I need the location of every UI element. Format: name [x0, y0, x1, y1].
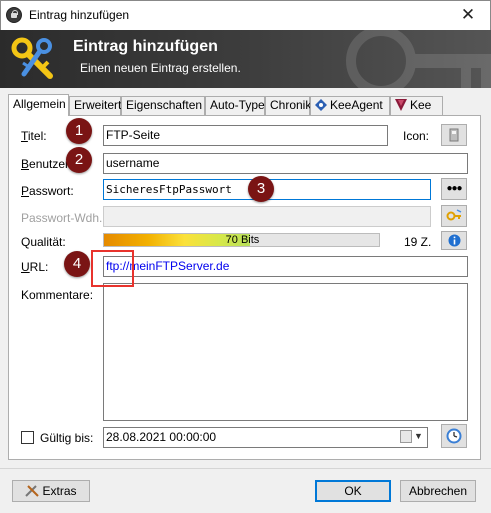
notes-textarea[interactable]	[103, 283, 468, 421]
cancel-button[interactable]: Abbrechen	[400, 480, 476, 502]
tab-history[interactable]: Chronik	[265, 96, 311, 115]
window-title: Eintrag hinzufügen	[29, 8, 130, 22]
username-field[interactable]: username	[103, 153, 468, 174]
entry-icon	[449, 128, 459, 142]
extras-button-label: Extras	[42, 484, 77, 498]
quality-bar: 70 Bits	[103, 233, 380, 247]
expiry-label: Gültig bis:	[40, 431, 94, 445]
quality-bits-text: 70 Bits	[225, 234, 260, 246]
extras-button[interactable]: Extras	[12, 480, 90, 502]
annotation-badge-4: 4	[64, 251, 90, 277]
ok-button[interactable]: OK	[315, 480, 391, 502]
password-label: Passwort:	[21, 184, 74, 198]
tab-kee[interactable]: Kee	[390, 96, 443, 115]
tab-advanced[interactable]: Erweitert	[69, 96, 121, 115]
close-icon[interactable]: ✕	[455, 4, 481, 26]
tab-properties[interactable]: Eigenschaften	[121, 96, 205, 115]
quality-label: Qualität:	[21, 235, 66, 249]
banner-key-watermark-icon	[346, 30, 491, 88]
url-field[interactable]: ftp://meinFTPServer.de	[103, 256, 468, 277]
key-generator-icon	[446, 209, 462, 221]
keeagent-icon	[315, 99, 327, 111]
show-password-button[interactable]: ●●●	[441, 178, 467, 200]
info-icon	[448, 234, 460, 247]
title-label: Titel:	[21, 129, 47, 143]
annotation-badge-1: 1	[66, 118, 92, 144]
clock-icon	[446, 428, 462, 444]
icon-picker-button[interactable]	[441, 124, 467, 146]
annotation-badge-2: 2	[66, 147, 92, 173]
notes-label: Kommentare:	[21, 288, 94, 302]
icon-label: Icon:	[403, 129, 430, 143]
tab-keeagent-label: KeeAgent	[330, 98, 383, 112]
banner-subtitle: Einen neuen Eintrag erstellen.	[80, 61, 241, 75]
banner-title: Eintrag hinzufügen	[73, 38, 218, 55]
lock-icon	[6, 7, 22, 23]
url-label: URL:	[21, 260, 49, 274]
chevron-down-icon[interactable]: ▼	[414, 431, 423, 441]
repeat-password-label: Passwort-Wdh.:	[21, 211, 106, 225]
password-generator-button[interactable]	[441, 205, 467, 227]
calendar-icon[interactable]	[400, 430, 412, 443]
repeat-password-field	[103, 206, 431, 227]
annotation-badge-3: 3	[248, 176, 274, 202]
tab-auto-type[interactable]: Auto-Type	[205, 96, 265, 115]
quality-char-count: 19 Z.	[404, 235, 432, 249]
expiry-date-field[interactable]: 28.08.2021 00:00:00	[103, 427, 428, 448]
tab-keeagent[interactable]: KeeAgent	[310, 96, 390, 115]
tab-kee-label: Kee	[410, 98, 432, 112]
expiry-presets-button[interactable]	[441, 424, 467, 448]
tab-general[interactable]: Allgemein	[8, 94, 69, 116]
tools-icon	[25, 485, 40, 497]
title-field[interactable]: FTP-Seite	[103, 125, 388, 146]
keys-logo-icon	[11, 37, 53, 79]
header-banner: Eintrag hinzufügen Einen neuen Eintrag e…	[0, 30, 491, 88]
kee-icon	[395, 99, 407, 111]
expiry-checkbox[interactable]	[21, 431, 34, 444]
username-label: Benutzer	[21, 157, 70, 171]
url-highlight-box	[91, 250, 134, 287]
quality-info-button[interactable]	[441, 231, 467, 250]
